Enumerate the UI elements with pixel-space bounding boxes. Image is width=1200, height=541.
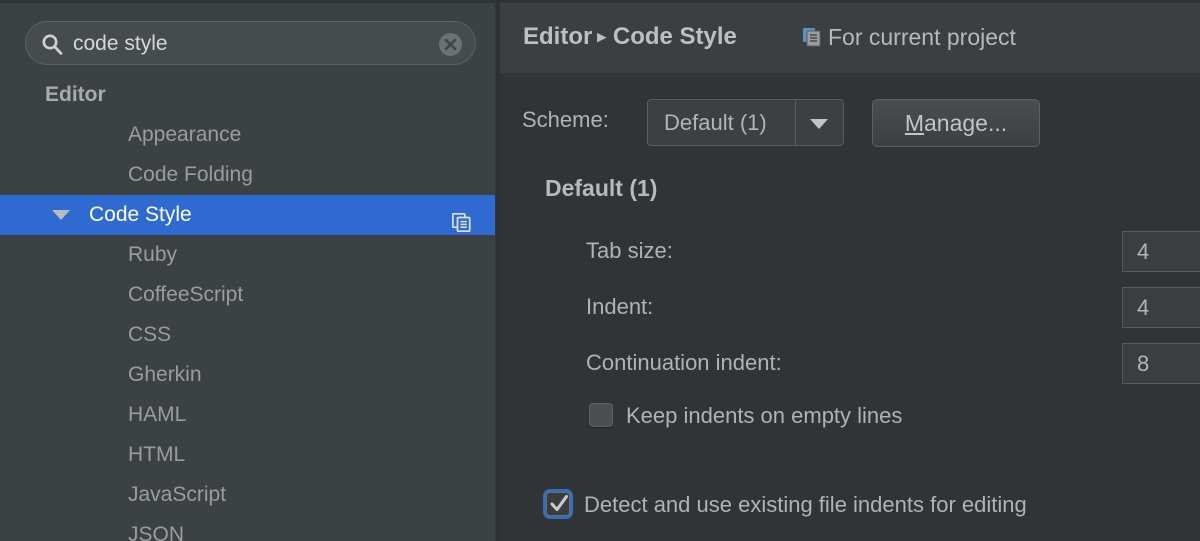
- field-row-indent: Indent:: [500, 287, 1200, 327]
- combo-separator: [795, 100, 796, 145]
- sidebar-item-label: HTML: [128, 435, 185, 475]
- sidebar-item-label: Ruby: [128, 235, 177, 275]
- manage-mnemonic: M: [905, 110, 924, 136]
- tab-size-input[interactable]: [1122, 231, 1200, 272]
- continuation-indent-input[interactable]: [1122, 343, 1200, 384]
- scheme-selected-value: Default (1): [664, 100, 767, 145]
- sidebar-item-appearance[interactable]: Appearance: [0, 115, 495, 155]
- sidebar-item-label: Appearance: [128, 115, 241, 155]
- checkbox-row-keep-indents-on-empty-lines: Keep indents on empty lines: [500, 399, 1200, 433]
- scheme-label: Scheme:: [522, 107, 609, 133]
- sidebar-item-label: Gherkin: [128, 355, 202, 395]
- manage-button-label: Manage...: [873, 100, 1039, 146]
- manage-rest: anage...: [924, 110, 1007, 136]
- sidebar-item-haml[interactable]: HAML: [0, 395, 495, 435]
- section-title: Default (1): [545, 175, 657, 202]
- sidebar-item-label: HAML: [128, 395, 186, 435]
- breadcrumb-separator-icon: ▸: [597, 27, 606, 47]
- field-row-tab-size: Tab size:: [500, 231, 1200, 271]
- sidebar-item-label: Code Style: [89, 195, 192, 235]
- settings-sidebar: Editor AppearanceCode FoldingCode StyleRu…: [0, 3, 495, 541]
- sidebar-item-label: Code Folding: [128, 155, 253, 195]
- breadcrumb-current: Code Style: [613, 23, 737, 50]
- continuation-indent-label: Continuation indent:: [586, 343, 782, 383]
- scheme-select[interactable]: Default (1): [647, 99, 844, 146]
- checkbox-label-keep-indents-on-empty-lines[interactable]: Keep indents on empty lines: [626, 399, 902, 433]
- copy-documents-icon[interactable]: [452, 206, 471, 225]
- field-row-continuation-indent: Continuation indent:: [500, 343, 1200, 383]
- sidebar-item-editor[interactable]: Editor: [0, 75, 495, 115]
- project-scope-label: For current project: [828, 24, 1016, 51]
- sidebar-item-gherkin[interactable]: Gherkin: [0, 355, 495, 395]
- settings-tree: Editor AppearanceCode FoldingCode StyleRu…: [0, 75, 495, 541]
- sidebar-item-label: CoffeeScript: [128, 275, 243, 315]
- expanded-triangle-icon[interactable]: [52, 210, 70, 220]
- search-input[interactable]: [73, 22, 443, 66]
- breadcrumb: Editor▸ Code Style: [523, 23, 737, 51]
- settings-dialog: EditorAppearanceCode FoldingCode StyleRu…: [0, 0, 1200, 541]
- sidebar-item-label: JavaScript: [128, 475, 226, 515]
- chevron-down-icon: [810, 119, 828, 129]
- copy-documents-icon: [802, 27, 822, 47]
- sidebar-item-label: JSON: [128, 515, 184, 541]
- sidebar-item-code-style[interactable]: Code Style: [0, 195, 495, 235]
- breadcrumb-root[interactable]: Editor: [523, 23, 592, 50]
- settings-content-panel: Editor▸ Code Style For current project Sc…: [500, 3, 1200, 541]
- tab-size-label: Tab size:: [586, 231, 673, 271]
- checked-checkbox-detect-and-use-existing-file-indents-for-editing[interactable]: [546, 492, 570, 516]
- sidebar-item-code-folding[interactable]: Code Folding: [0, 155, 495, 195]
- manage-button[interactable]: Manage...: [872, 99, 1040, 147]
- clear-search-icon[interactable]: [439, 33, 462, 56]
- indent-input[interactable]: [1122, 287, 1200, 328]
- search-icon: [41, 33, 63, 55]
- indent-label: Indent:: [586, 287, 653, 327]
- checkbox-label-detect-and-use-existing-file-indents-for-editing[interactable]: Detect and use existing file indents for…: [584, 488, 1027, 522]
- sidebar-item-coffeescript[interactable]: CoffeeScript: [0, 275, 495, 315]
- sidebar-item-ruby[interactable]: Ruby: [0, 235, 495, 275]
- sidebar-item-html[interactable]: HTML: [0, 435, 495, 475]
- sidebar-item-label: Editor: [45, 75, 106, 115]
- sidebar-item-label: CSS: [128, 315, 171, 355]
- sidebar-item-javascript[interactable]: JavaScript: [0, 475, 495, 515]
- sidebar-item-json[interactable]: JSON: [0, 515, 495, 541]
- unchecked-checkbox-keep-indents-on-empty-lines[interactable]: [589, 403, 613, 427]
- checkbox-row-detect-and-use-existing-file-indents-for-editing: Detect and use existing file indents for…: [500, 488, 1200, 522]
- settings-search-box[interactable]: [25, 21, 476, 65]
- sidebar-item-css[interactable]: CSS: [0, 315, 495, 355]
- content-header: Editor▸ Code Style For current project: [500, 3, 1200, 73]
